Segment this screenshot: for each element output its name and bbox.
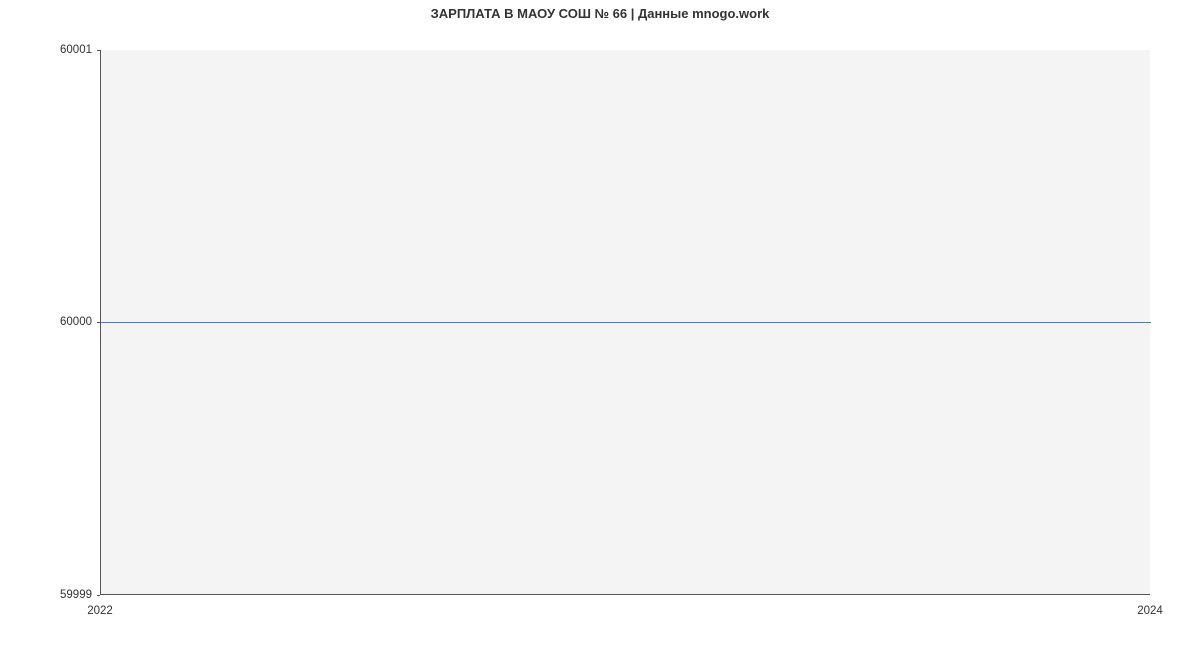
- y-tick: [97, 595, 100, 596]
- y-tick-label: 60001: [0, 44, 92, 56]
- x-tick-label: 2022: [87, 605, 113, 617]
- data-line: [101, 322, 1151, 323]
- y-tick-label: 59999: [0, 589, 92, 601]
- y-tick-label: 60000: [0, 316, 92, 328]
- plot-area: [100, 50, 1150, 595]
- x-tick-label: 2024: [1137, 605, 1163, 617]
- salary-line-chart: ЗАРПЛАТА В МАОУ СОШ № 66 | Данные mnogo.…: [0, 0, 1200, 650]
- chart-title: ЗАРПЛАТА В МАОУ СОШ № 66 | Данные mnogo.…: [0, 6, 1200, 21]
